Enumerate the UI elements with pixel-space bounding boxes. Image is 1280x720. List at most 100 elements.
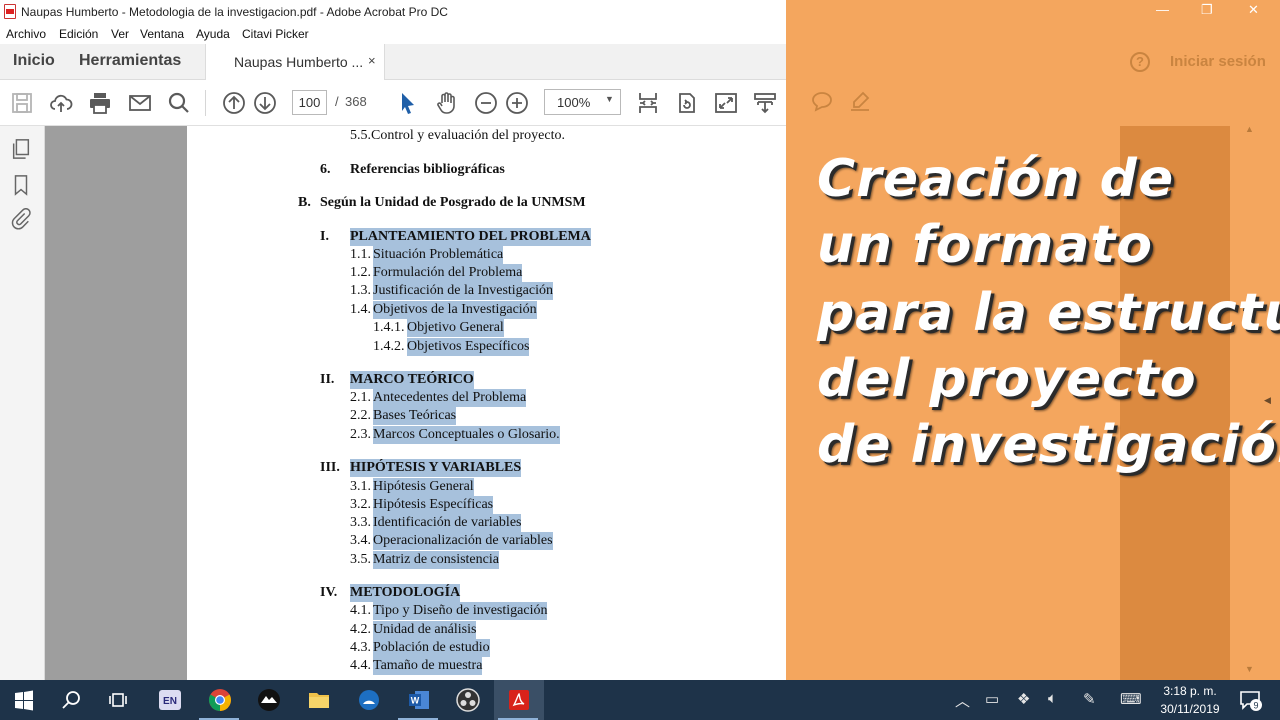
- toolbar-separator: [205, 90, 206, 116]
- page-thumbnails-icon[interactable]: [10, 138, 32, 160]
- doc-item: Hipótesis Específicas: [373, 496, 494, 514]
- pdf-file-icon: [4, 4, 16, 19]
- page-separator: /: [335, 94, 339, 109]
- collapse-right-panel-icon[interactable]: ◀: [1264, 395, 1271, 406]
- cloud-upload-icon[interactable]: [49, 91, 73, 115]
- doc-item: Bases Teóricas: [373, 407, 457, 425]
- doc-item-number: 3.2.: [350, 497, 371, 512]
- rotate-page-icon[interactable]: [675, 91, 699, 115]
- document-viewer[interactable]: 5.5.Control y evaluación del proyecto. 6…: [45, 126, 786, 680]
- menu-ver[interactable]: Ver: [111, 27, 129, 41]
- pdf-page[interactable]: 5.5.Control y evaluación del proyecto. 6…: [187, 126, 786, 680]
- sign-in-link[interactable]: Iniciar sesión: [1170, 53, 1266, 70]
- pen-icon[interactable]: ✎: [1083, 690, 1096, 708]
- doc-item: Población de estudio: [373, 639, 490, 657]
- obs-icon[interactable]: [456, 688, 480, 712]
- windows-start-icon[interactable]: [12, 688, 36, 712]
- doc-item-number: 2.2.: [350, 408, 371, 423]
- doc-section-number: IV.: [320, 585, 338, 600]
- title-overlay: — ❐ ✕ ? Iniciar sesión ▲ ▼ ◀ Creación de…: [786, 0, 1280, 680]
- tab-close-button[interactable]: ×: [368, 53, 376, 68]
- highlight-pen-icon[interactable]: [848, 89, 872, 118]
- task-view-icon[interactable]: [108, 688, 132, 712]
- doc-item: Unidad de análisis: [373, 621, 477, 639]
- read-mode-icon[interactable]: [753, 91, 777, 115]
- print-icon[interactable]: [88, 91, 112, 115]
- doc-item: Tamaño de muestra: [373, 657, 483, 675]
- doc-item-number: 4.4.: [350, 658, 371, 673]
- notification-icon[interactable]: 9: [1238, 688, 1262, 712]
- chrome-icon[interactable]: [208, 688, 232, 712]
- app-icon[interactable]: [357, 688, 381, 712]
- inkscape-icon[interactable]: [257, 688, 281, 712]
- bookmark-icon[interactable]: [10, 174, 32, 196]
- file-explorer-icon[interactable]: [307, 688, 331, 712]
- dropbox-icon[interactable]: ❖: [1017, 690, 1030, 708]
- comment-icon[interactable]: [810, 89, 834, 118]
- doc-line: B.: [298, 195, 311, 210]
- doc-item: Matriz de consistencia: [373, 551, 499, 569]
- scroll-up-icon[interactable]: ▲: [1245, 124, 1255, 134]
- chevron-up-icon[interactable]: ︿: [955, 690, 970, 711]
- menu-citavi-picker[interactable]: Citavi Picker: [242, 27, 309, 41]
- tab-inicio[interactable]: Inicio: [13, 52, 55, 70]
- minimize-button[interactable]: —: [1156, 2, 1169, 17]
- previous-page-icon[interactable]: [222, 91, 246, 115]
- page-number-input[interactable]: 100: [292, 90, 327, 115]
- attachment-icon[interactable]: [10, 208, 32, 230]
- help-icon[interactable]: ?: [1130, 52, 1150, 72]
- doc-item-number: 1.4.1.: [373, 320, 405, 335]
- volume-icon[interactable]: 🔈︎: [1048, 690, 1057, 707]
- tab-document[interactable]: Naupas Humberto ... ×: [205, 44, 385, 81]
- doc-item: Identificación de variables: [373, 514, 522, 532]
- doc-item: Objetivos de la Investigación: [373, 301, 537, 319]
- doc-line: 5.5.Control y evaluación del proyecto.: [350, 128, 565, 143]
- language-icon[interactable]: EN: [158, 688, 182, 712]
- tab-herramientas[interactable]: Herramientas: [79, 52, 181, 70]
- doc-item: Objetivo General: [407, 319, 504, 337]
- maximize-button[interactable]: ❐: [1201, 2, 1213, 18]
- save-icon[interactable]: [10, 91, 34, 115]
- menu-ayuda[interactable]: Ayuda: [196, 27, 230, 41]
- doc-item-number: 4.1.: [350, 603, 371, 618]
- search-icon[interactable]: [60, 688, 84, 712]
- clock-date[interactable]: 30/11/2019: [1155, 702, 1225, 716]
- headline-line: del proyecto: [817, 349, 1197, 409]
- menu-archivo[interactable]: Archivo: [6, 27, 46, 41]
- next-page-icon[interactable]: [253, 91, 277, 115]
- acrobat-icon[interactable]: [507, 688, 531, 712]
- zoom-out-icon[interactable]: [474, 91, 498, 115]
- mail-icon[interactable]: [128, 91, 152, 115]
- doc-section-heading: METODOLOGÍA: [350, 584, 461, 602]
- full-screen-icon[interactable]: [714, 91, 738, 115]
- battery-icon[interactable]: ▭: [985, 690, 999, 708]
- headline-line: Creación de: [817, 149, 1175, 209]
- zoom-in-icon[interactable]: [505, 91, 529, 115]
- doc-item-number: 2.1.: [350, 390, 371, 405]
- close-window-button[interactable]: ✕: [1248, 2, 1259, 18]
- keyboard-icon[interactable]: ⌨: [1120, 690, 1142, 708]
- menu-ventana[interactable]: Ventana: [140, 27, 184, 41]
- doc-line: Según la Unidad de Posgrado de la UNMSM: [320, 195, 586, 210]
- hand-tool-icon[interactable]: [435, 91, 459, 115]
- menu-edicion[interactable]: Edición: [59, 27, 98, 41]
- window-title: Naupas Humberto - Metodologia de la inve…: [21, 5, 448, 19]
- total-pages: 368: [345, 94, 367, 109]
- clock-time[interactable]: 3:18 p. m.: [1160, 684, 1220, 698]
- select-cursor-icon[interactable]: [396, 91, 420, 115]
- headline-line: para la estructura: [817, 283, 1280, 343]
- doc-item: Situación Problemática: [373, 246, 504, 264]
- scroll-down-icon[interactable]: ▼: [1245, 664, 1255, 674]
- doc-item: Marcos Conceptuales o Glosario.: [373, 426, 560, 444]
- doc-section-heading: MARCO TEÓRICO: [350, 371, 474, 389]
- headline-line: un formato: [817, 215, 1153, 275]
- taskbar: EN W ︿ ▭ ❖ 🔈︎ ✎ ⌨ 3:18 p. m. 30/11/2019 …: [0, 680, 1280, 720]
- doc-section-number: I.: [320, 229, 329, 244]
- word-icon[interactable]: W: [407, 688, 431, 712]
- zoom-select[interactable]: 100% ▼: [544, 89, 621, 115]
- doc-section-number: III.: [320, 460, 340, 475]
- doc-item: Objetivos Específicos: [407, 338, 530, 356]
- doc-line: 6.: [320, 162, 331, 177]
- search-icon[interactable]: [167, 91, 191, 115]
- fit-page-icon[interactable]: [636, 91, 660, 115]
